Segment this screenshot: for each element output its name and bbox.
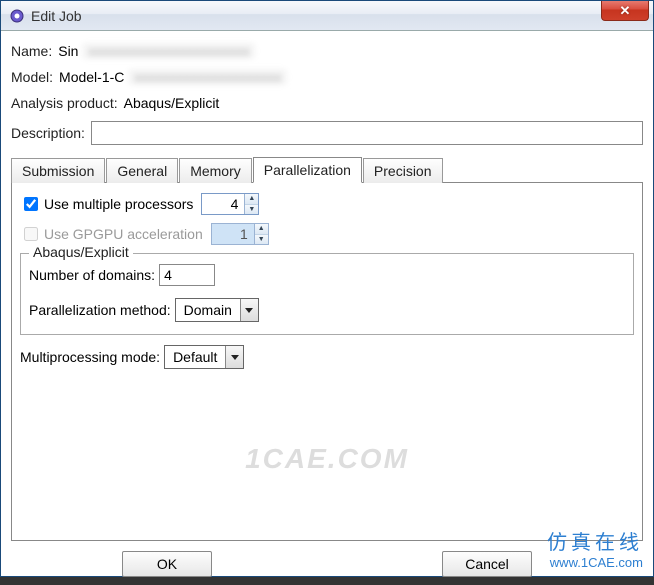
tab-submission[interactable]: Submission [11, 158, 105, 183]
tab-precision[interactable]: Precision [363, 158, 443, 183]
number-of-domains-input[interactable] [159, 264, 215, 286]
gpgpu-spinner: ▲ ▼ [211, 223, 269, 245]
processors-value[interactable] [202, 194, 244, 214]
use-multi-row: Use multiple processors ▲ ▼ [20, 193, 634, 215]
window-title: Edit Job [31, 8, 82, 24]
tab-parallelization[interactable]: Parallelization [253, 157, 362, 183]
use-gpgpu-checkbox [24, 227, 38, 241]
processors-spinner[interactable]: ▲ ▼ [201, 193, 259, 215]
description-label: Description: [11, 125, 85, 141]
name-row: Name: Sin xxxxxxxxxxxxxxxxxxxxxxx [11, 43, 643, 59]
use-gpgpu-label: Use GPGPU acceleration [44, 226, 203, 242]
description-input[interactable] [91, 121, 643, 145]
multiprocessing-mode-value: Default [165, 347, 225, 367]
spin-down-icon[interactable]: ▼ [245, 205, 258, 215]
name-label: Name: [11, 43, 52, 59]
titlebar: Edit Job ✕ [1, 1, 653, 31]
model-label: Model: [11, 69, 53, 85]
analysis-product-value: Abaqus/Explicit [124, 95, 220, 111]
method-row: Parallelization method: Domain [29, 298, 625, 322]
model-row: Model: Model-1-C xxxxxxxxxxxxxxxxxxxxx [11, 69, 643, 85]
use-multiple-processors-label: Use multiple processors [44, 196, 193, 212]
close-icon: ✕ [620, 3, 631, 19]
analysis-row: Analysis product: Abaqus/Explicit [11, 95, 643, 111]
redacted-text: xxxxxxxxxxxxxxxxxxxxxxx [82, 43, 255, 59]
domains-row: Number of domains: [29, 264, 625, 286]
chevron-down-icon[interactable] [225, 346, 243, 368]
watermark-bg: 1CAE.COM [245, 443, 409, 475]
parallelization-method-select[interactable]: Domain [175, 298, 259, 322]
parallelization-method-label: Parallelization method: [29, 302, 171, 318]
chevron-down-icon[interactable] [240, 299, 258, 321]
tabstrip: Submission General Memory Parallelizatio… [11, 155, 643, 183]
spin-down-icon: ▼ [255, 235, 268, 245]
dialog-content: Name: Sin xxxxxxxxxxxxxxxxxxxxxxx Model:… [1, 31, 653, 585]
close-button[interactable]: ✕ [601, 1, 649, 21]
spin-up-icon: ▲ [255, 224, 268, 235]
group-legend: Abaqus/Explicit [29, 244, 133, 260]
gpgpu-value [212, 224, 254, 244]
edit-job-dialog: Edit Job ✕ Name: Sin xxxxxxxxxxxxxxxxxxx… [0, 0, 654, 577]
cancel-button[interactable]: Cancel [442, 551, 532, 577]
use-multiple-processors-checkbox[interactable] [24, 197, 38, 211]
redacted-text: xxxxxxxxxxxxxxxxxxxxx [128, 69, 287, 85]
app-icon [9, 8, 25, 24]
ok-button[interactable]: OK [122, 551, 212, 577]
description-row: Description: [11, 121, 643, 145]
mode-row: Multiprocessing mode: Default [20, 345, 634, 369]
tab-memory[interactable]: Memory [179, 158, 252, 183]
spin-up-icon[interactable]: ▲ [245, 194, 258, 205]
parallelization-pane: Use multiple processors ▲ ▼ Use GPGPU ac… [11, 183, 643, 541]
parallelization-method-value: Domain [176, 300, 240, 320]
analysis-product-label: Analysis product: [11, 95, 118, 111]
name-value: Sin [58, 43, 78, 59]
tab-general[interactable]: General [106, 158, 178, 183]
model-value: Model-1-C [59, 69, 124, 85]
multiprocessing-mode-select[interactable]: Default [164, 345, 244, 369]
use-gpgpu-row: Use GPGPU acceleration ▲ ▼ [20, 223, 634, 245]
number-of-domains-label: Number of domains: [29, 267, 155, 283]
button-row: OK Cancel [11, 551, 643, 577]
abaqus-explicit-group: Abaqus/Explicit Number of domains: Paral… [20, 253, 634, 335]
multiprocessing-mode-label: Multiprocessing mode: [20, 349, 160, 365]
